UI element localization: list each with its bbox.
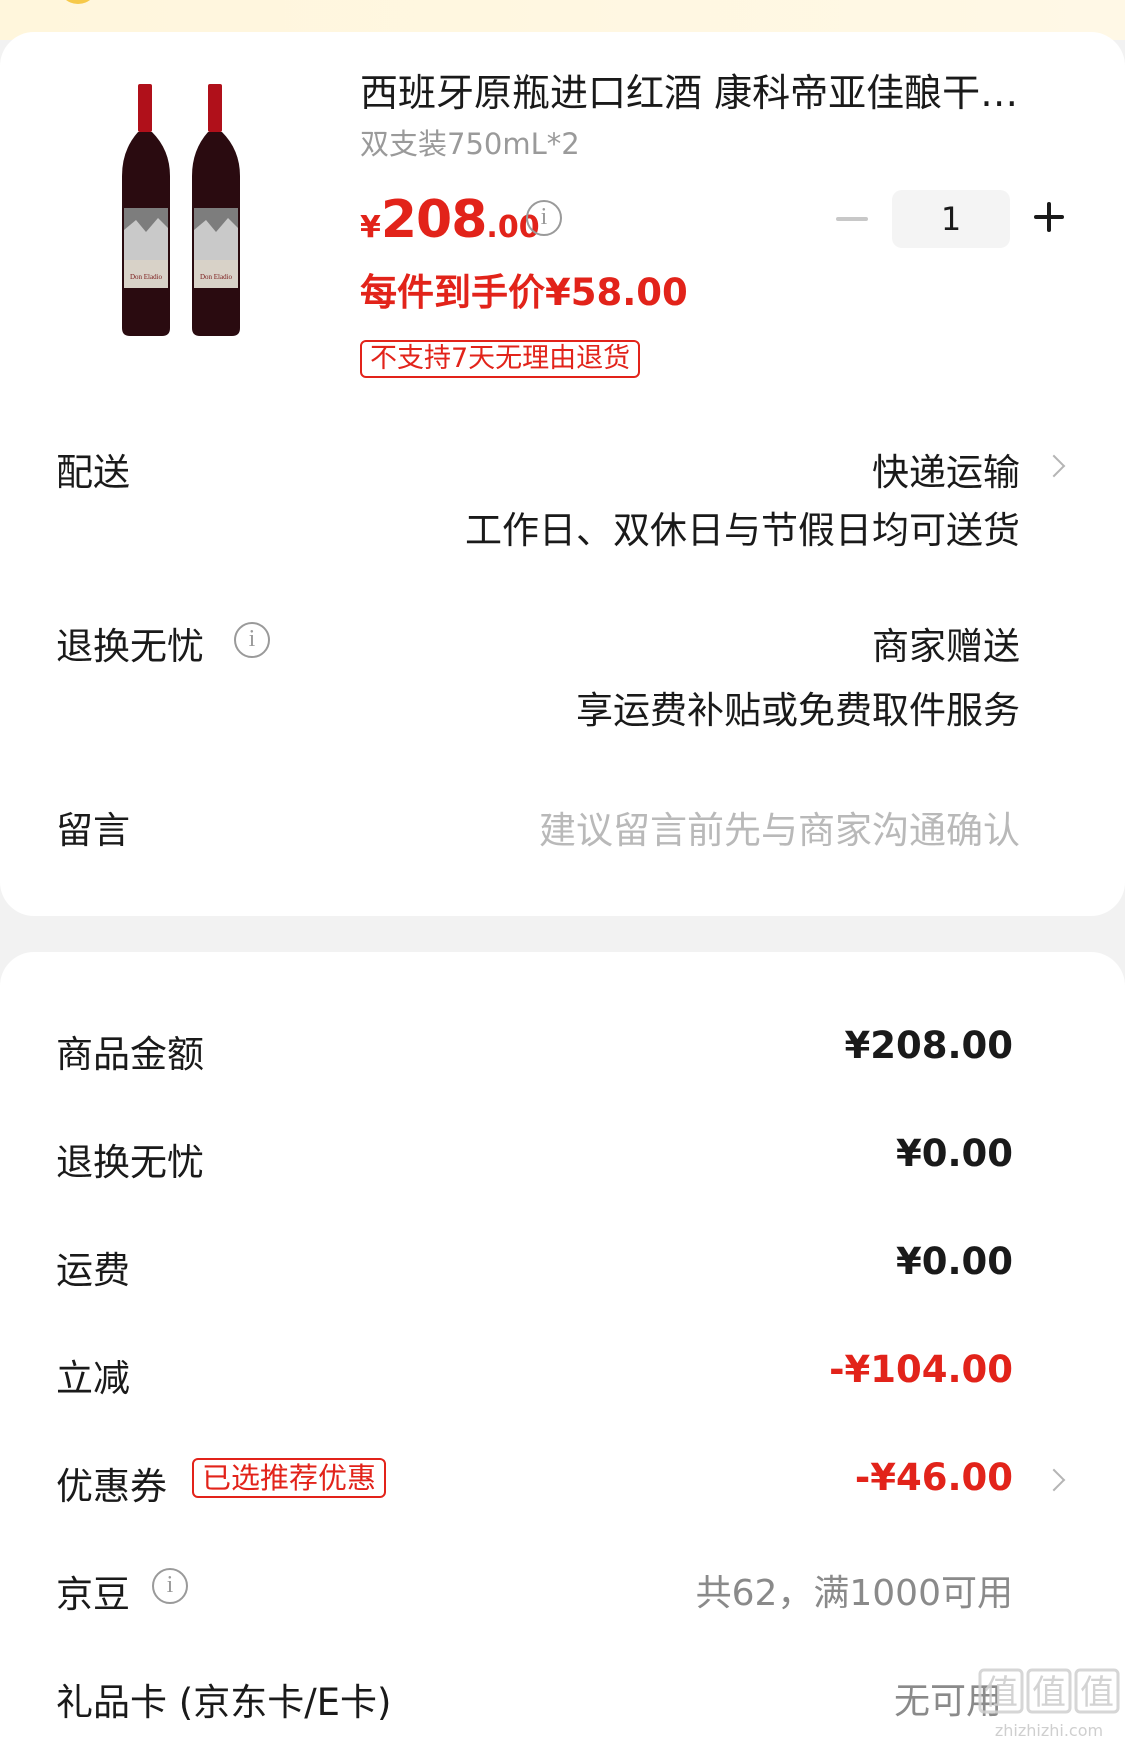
coupon-recommended-badge: 已选推荐优惠	[192, 1458, 387, 1498]
watermark-domain: zhizhizhi.com	[995, 1721, 1103, 1740]
freight-value: ¥0.00	[895, 1240, 1013, 1283]
return-service-label: 退换无忧	[56, 625, 204, 668]
product-image[interactable]: Don Eladio Don Eladio	[118, 80, 260, 340]
shipping-method[interactable]: 快递运输	[872, 442, 1020, 496]
message-input[interactable]: 建议留言前先与商家沟通确认	[539, 800, 1020, 854]
banner-dot	[58, 0, 98, 4]
watermark-char-3: 值	[1080, 1673, 1114, 1713]
wine-bottle-right: Don Eladio	[192, 84, 240, 336]
message-label: 留言	[56, 809, 130, 852]
watermark-char-1: 值	[984, 1673, 1018, 1713]
return-service-info-icon[interactable]: i	[234, 622, 270, 658]
product-price: ¥208.00	[360, 190, 540, 250]
svg-text:Don Eladio: Don Eladio	[200, 273, 233, 281]
price-info-icon[interactable]: i	[526, 200, 562, 236]
jd-beans-label: 京豆	[56, 1573, 130, 1616]
quantity-input[interactable]: 1	[892, 190, 1010, 248]
return-service-value: 商家赠送	[872, 625, 1020, 668]
coupon-label: 优惠券	[56, 1465, 167, 1508]
price-currency: ¥	[360, 210, 381, 245]
instant-discount-label: 立减	[56, 1357, 130, 1400]
instant-discount-value: -¥104.00	[829, 1348, 1013, 1391]
goods-amount-label: 商品金额	[56, 1033, 204, 1076]
jd-beans-info-icon[interactable]: i	[152, 1568, 188, 1604]
return-fee-value: ¥0.00	[895, 1132, 1013, 1175]
quantity-decrease-button[interactable]	[836, 204, 868, 234]
price-integer: 208	[380, 190, 488, 250]
shipping-label: 配送	[56, 451, 130, 494]
product-spec: 双支装750mL*2	[360, 127, 580, 161]
quantity-increase-button[interactable]	[1034, 202, 1064, 232]
coupon-value[interactable]: -¥46.00	[855, 1456, 1013, 1499]
unit-price: 每件到手价¥58.00	[360, 271, 688, 314]
gift-card-label: 礼品卡 (京东卡/E卡)	[56, 1681, 392, 1724]
jd-beans-value: 共62，满1000可用	[695, 1573, 1013, 1614]
return-policy-badge: 不支持7天无理由退货	[360, 340, 641, 378]
svg-text:Don Eladio: Don Eladio	[130, 273, 163, 281]
product-title[interactable]: 西班牙原瓶进口红酒 康科帝亚佳酿干…	[360, 66, 1050, 120]
shipping-note: 工作日、双休日与节假日均可送货	[465, 509, 1020, 552]
return-fee-label: 退换无忧	[56, 1141, 204, 1184]
goods-amount-value: ¥208.00	[844, 1024, 1013, 1067]
watermark-char-2: 值	[1032, 1673, 1066, 1713]
return-service-note: 享运费补贴或免费取件服务	[576, 689, 1020, 732]
watermark-logo: 值 值 值 zhizhizhi.com	[978, 1668, 1120, 1740]
freight-label: 运费	[56, 1249, 130, 1292]
wine-bottle-left: Don Eladio	[122, 84, 170, 336]
